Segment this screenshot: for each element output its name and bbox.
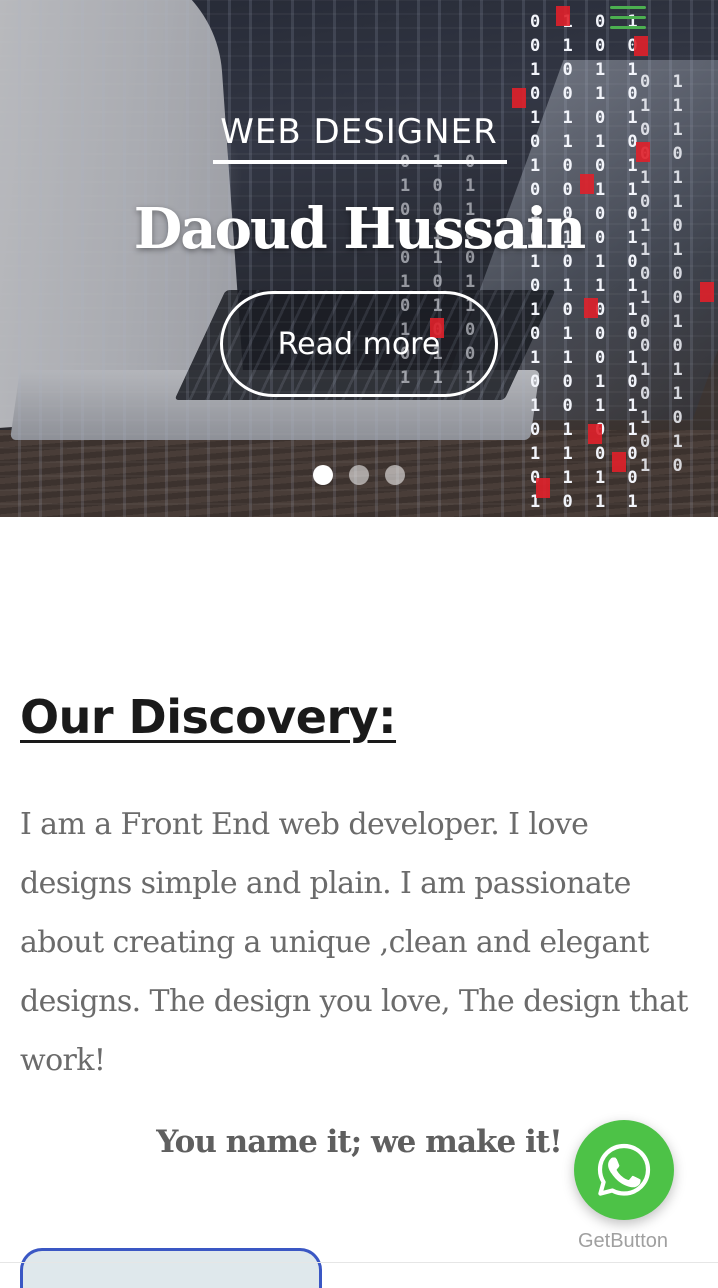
about-paragraph: I am a Front End web developer. I love d… — [20, 807, 688, 1078]
whatsapp-icon — [597, 1143, 651, 1196]
binary-digits: 0 1 0 10 1 0 01 0 1 10 0 1 01 1 0 10 1 1… — [530, 12, 644, 512]
binary-digit-highlight — [634, 36, 648, 56]
slider-pagination — [313, 465, 405, 485]
binary-digit-highlight — [536, 478, 550, 498]
slider-dot-1[interactable] — [313, 465, 333, 485]
binary-digit-highlight — [700, 282, 714, 302]
whatsapp-button[interactable] — [574, 1120, 674, 1220]
binary-digit-highlight — [612, 452, 626, 472]
read-more-button[interactable]: Read more — [220, 291, 498, 397]
slider-dot-3[interactable] — [385, 465, 405, 485]
divider — [0, 1262, 718, 1263]
whatsapp-button-label: GetButton — [577, 1230, 669, 1252]
binary-digit-highlight — [512, 88, 526, 108]
binary-digit-highlight — [580, 174, 594, 194]
section-heading: Our Discovery: — [20, 690, 397, 744]
hamburger-menu-icon[interactable] — [610, 4, 646, 32]
binary-digit-highlight — [584, 298, 598, 318]
hero-title: Daoud Hussain — [133, 196, 587, 262]
binary-digit-highlight — [588, 424, 602, 444]
hero-slider: 0 1 0 10 1 0 01 0 1 10 0 1 01 1 0 10 1 1… — [0, 0, 718, 517]
hero-subtitle-underline — [213, 160, 507, 164]
hero-subtitle: WEB DESIGNER — [220, 112, 498, 152]
slider-dot-2[interactable] — [349, 465, 369, 485]
binary-digit-highlight — [556, 6, 570, 26]
section-button[interactable] — [20, 1248, 322, 1288]
